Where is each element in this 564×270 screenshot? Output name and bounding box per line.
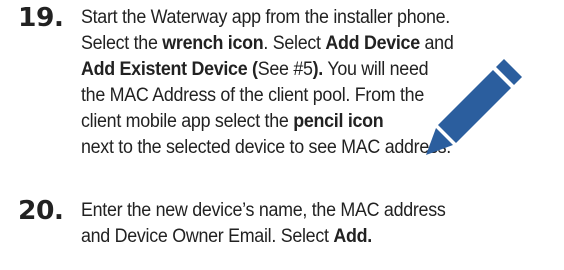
step-instructions: Enter the new device’s name, the MAC add… xyxy=(81,198,532,250)
text-run: and Device Owner Email. Select xyxy=(81,226,334,247)
emphasis-add-label: Add. xyxy=(333,226,372,247)
instruction-line: and Device Owner Email. Select Add. xyxy=(81,224,532,250)
text-run: Start the Waterway app from the installe… xyxy=(81,7,450,28)
emphasis-add-device-label: Add Device xyxy=(325,33,420,54)
text-run: next to the selected device to see MAC a… xyxy=(81,137,451,158)
step-number: 19. xyxy=(18,3,64,33)
instruction-line: Enter the new device’s name, the MAC add… xyxy=(81,198,532,224)
emphasis-wrench-icon-label: wrench icon xyxy=(162,33,264,54)
pencil-icon xyxy=(426,59,522,155)
text-run: See #5 xyxy=(257,59,313,80)
text-run: client mobile app select the xyxy=(81,111,294,132)
emphasis-add-existent-device-label: Add Existent Device ( xyxy=(81,59,258,80)
text-run: . Select xyxy=(263,33,326,54)
instruction-line: Select the wrench icon. Select Add Devic… xyxy=(81,31,532,57)
text-run: Enter the new device’s name, the MAC add… xyxy=(81,200,446,221)
text-run: the MAC Address of the client pool. From… xyxy=(81,85,424,106)
text-run: and xyxy=(419,33,454,54)
instruction-line: Start the Waterway app from the installe… xyxy=(81,5,532,31)
step-number: 20. xyxy=(18,196,64,226)
emphasis-pencil-icon-label: pencil icon xyxy=(293,111,384,132)
text-run: You will need xyxy=(322,59,429,80)
emphasis-closing-paren: ). xyxy=(312,59,324,80)
text-run: Select the xyxy=(81,33,163,54)
